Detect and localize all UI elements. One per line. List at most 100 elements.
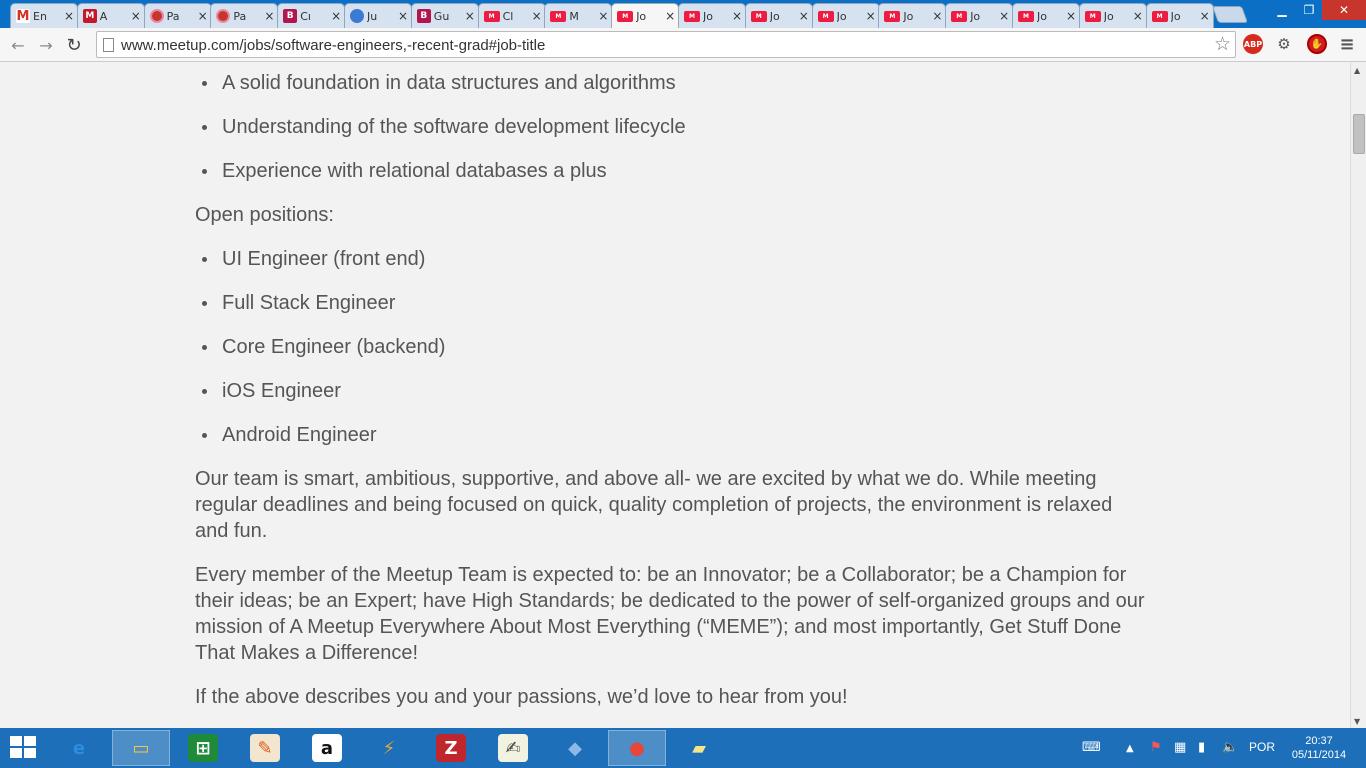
- close-tab-icon[interactable]: ×: [1132, 9, 1144, 23]
- close-tab-icon[interactable]: ×: [664, 9, 676, 23]
- browser-tab[interactable]: M Jo ×: [878, 3, 947, 28]
- list-item: Understanding of the software developmen…: [195, 114, 1150, 140]
- taskbar-app-button[interactable]: ▭: [112, 730, 170, 766]
- browser-tab[interactable]: Pa ×: [143, 3, 212, 28]
- gmail-icon: M: [16, 8, 30, 24]
- close-tab-icon[interactable]: ×: [130, 9, 142, 23]
- browser-tab[interactable]: M Jo ×: [945, 3, 1014, 28]
- meetup-icon: M: [1151, 10, 1168, 22]
- browser-tab[interactable]: M Jo ×: [1078, 3, 1147, 28]
- taskbar-app-button[interactable]: e: [50, 730, 108, 766]
- taskbar-app-button[interactable]: ✎: [236, 730, 294, 766]
- page-content: A solid foundation in data structures an…: [0, 62, 1350, 728]
- clock-date: 05/11/2014: [1291, 749, 1347, 761]
- close-tab-icon[interactable]: ×: [330, 9, 342, 23]
- browser-tab[interactable]: M Jo ×: [811, 3, 880, 28]
- tab-title: Ju: [367, 9, 378, 23]
- virtualbox-icon: ◆: [568, 737, 582, 759]
- battery-icon[interactable]: ▮: [1198, 740, 1205, 755]
- bookmark-star-icon[interactable]: ☆: [1214, 33, 1231, 55]
- browser-tab[interactable]: B Cı ×: [277, 3, 346, 28]
- scroll-down-icon[interactable]: ▼: [1354, 717, 1360, 726]
- list-item: A solid foundation in data structures an…: [195, 70, 1150, 96]
- start-button[interactable]: [10, 736, 38, 760]
- scrollbar-thumb[interactable]: [1353, 114, 1365, 154]
- close-tab-icon[interactable]: ×: [263, 9, 275, 23]
- taskbar-app-button[interactable]: ✍: [484, 730, 542, 766]
- network-icon[interactable]: ▦: [1174, 740, 1186, 755]
- minimize-button[interactable]: ▁: [1268, 0, 1296, 20]
- taskbar-app-button[interactable]: ●: [608, 730, 666, 766]
- close-tab-icon[interactable]: ×: [798, 9, 810, 23]
- list-item: Experience with relational databases a p…: [195, 158, 1150, 184]
- browser-tab[interactable]: B Gu ×: [410, 3, 479, 28]
- close-tab-icon[interactable]: ×: [597, 9, 609, 23]
- close-tab-icon[interactable]: ×: [931, 9, 943, 23]
- tab-title: Jo: [1170, 9, 1181, 23]
- expectations-paragraph: Every member of the Meetup Team is expec…: [195, 564, 1145, 664]
- paint-icon: ✎: [250, 734, 280, 762]
- close-tab-icon[interactable]: ×: [865, 9, 877, 23]
- scroll-up-icon[interactable]: ▲: [1354, 66, 1360, 75]
- taskbar-app-button[interactable]: Z: [422, 730, 480, 766]
- browser-tab[interactable]: Ju ×: [344, 3, 412, 28]
- new-tab-button[interactable]: [1211, 6, 1249, 23]
- close-tab-icon[interactable]: ×: [397, 9, 409, 23]
- show-hidden-icons-icon[interactable]: ▲: [1126, 743, 1134, 754]
- browser-tab[interactable]: M Jo ×: [744, 3, 813, 28]
- list-item: Android Engineer: [195, 422, 1150, 448]
- close-tab-icon[interactable]: ×: [1199, 9, 1211, 23]
- tab-title: Jo: [970, 9, 981, 23]
- taskbar-app-button[interactable]: ⚡: [360, 730, 418, 766]
- close-window-button[interactable]: ✕: [1322, 0, 1366, 20]
- browser-tab[interactable]: M Cl ×: [477, 3, 546, 28]
- browser-tab[interactable]: M M ×: [544, 3, 613, 28]
- notepad-icon: ✍: [498, 734, 528, 762]
- browser-tab[interactable]: Pa ×: [210, 3, 279, 28]
- close-tab-icon[interactable]: ×: [63, 9, 75, 23]
- restore-button[interactable]: ❐: [1296, 0, 1322, 20]
- browser-tab[interactable]: M A ×: [76, 3, 145, 28]
- url-text[interactable]: www.meetup.com/jobs/software-engineers,-…: [121, 37, 545, 54]
- action-center-icon[interactable]: ⚑: [1150, 740, 1162, 755]
- browser-tab[interactable]: M Jo ×: [611, 3, 680, 28]
- internet-explorer-icon: e: [72, 737, 86, 759]
- adblock-plus-icon[interactable]: ABP: [1243, 34, 1263, 54]
- back-button[interactable]: ←: [6, 33, 30, 57]
- taskbar-app-button[interactable]: ⊞: [174, 730, 232, 766]
- vertical-scrollbar[interactable]: ▲ ▼: [1350, 62, 1366, 728]
- tab-title: Cı: [300, 9, 311, 23]
- taskbar: e ▭ ⊞ ✎ a ⚡ Z ✍ ◆ ● ▰ ⌨ ▲ ⚑ ▦ ▮ 🔈 POR 20:37 05/11/…: [0, 728, 1366, 768]
- globe-icon: [350, 9, 364, 23]
- clock[interactable]: 20:37 05/11/2014: [1288, 734, 1350, 762]
- taskbar-app-button[interactable]: ▰: [670, 730, 728, 766]
- reload-button[interactable]: ↻: [62, 33, 86, 57]
- chrome-menu-icon[interactable]: ≡: [1337, 34, 1357, 55]
- extension-icon[interactable]: ⚙: [1274, 34, 1294, 54]
- close-tab-icon[interactable]: ×: [531, 9, 543, 23]
- language-indicator[interactable]: POR: [1249, 740, 1275, 754]
- list-item: iOS Engineer: [195, 378, 1150, 404]
- address-bar[interactable]: www.meetup.com/jobs/software-engineers,-…: [96, 31, 1236, 58]
- close-tab-icon[interactable]: ×: [998, 9, 1010, 23]
- tab-title: Jo: [703, 9, 713, 23]
- meetup-icon: M: [1084, 10, 1101, 22]
- taskbar-app-button[interactable]: a: [298, 730, 356, 766]
- keyboard-icon[interactable]: ⌨: [1082, 740, 1101, 755]
- close-tab-icon[interactable]: ×: [464, 9, 476, 23]
- browser-tab[interactable]: M En ×: [10, 3, 78, 28]
- tab-title: Jo: [1103, 9, 1114, 23]
- browser-tab[interactable]: M Jo ×: [1012, 3, 1080, 28]
- browser-tab[interactable]: M Jo ×: [678, 3, 746, 28]
- browser-tab[interactable]: M Jo ×: [1145, 3, 1214, 28]
- tab-strip: M En × M A × Pa × Pa × B Cı × Ju × B Gu × M Cl × M M × M Jo × M Jo × M…: [0, 0, 1366, 28]
- volume-icon[interactable]: 🔈: [1222, 740, 1238, 755]
- close-tab-icon[interactable]: ×: [731, 9, 743, 23]
- taskbar-app-button[interactable]: ◆: [546, 730, 604, 766]
- close-tab-icon[interactable]: ×: [197, 9, 209, 23]
- stop-extension-icon[interactable]: ✋: [1307, 34, 1327, 54]
- close-tab-icon[interactable]: ×: [1065, 9, 1077, 23]
- tab-title: Gu: [433, 9, 450, 23]
- forward-button[interactable]: →: [34, 33, 58, 57]
- tab-title: Jo: [769, 9, 780, 23]
